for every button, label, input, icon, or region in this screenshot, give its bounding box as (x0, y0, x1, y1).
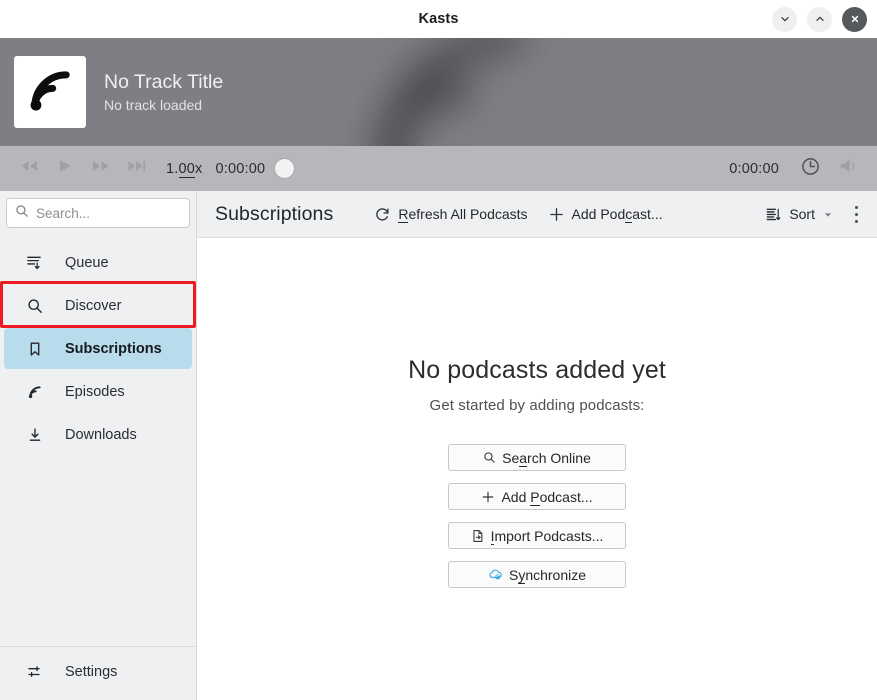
blurred-cover-art-backdrop (330, 38, 570, 146)
download-icon (26, 426, 43, 443)
import-podcasts-button[interactable]: Import Podcasts... (448, 522, 626, 549)
playback-speed-button[interactable]: 1.00x (166, 161, 202, 177)
player-header: No Track Title No track loaded (0, 38, 877, 146)
sidebar-item-discover[interactable]: Discover (4, 285, 192, 326)
sidebar-item-label: Queue (65, 255, 109, 271)
search-placeholder: Search... (36, 206, 90, 221)
main-content: Subscriptions Refresh All Podcasts (197, 191, 877, 700)
plus-icon (481, 490, 495, 504)
refresh-icon (374, 206, 391, 223)
import-podcasts-label: Import Podcasts... (491, 528, 604, 544)
rss-podcast-icon (23, 63, 77, 122)
skip-forward-button[interactable] (84, 152, 118, 186)
sidebar-item-queue[interactable]: Queue (4, 242, 192, 283)
import-file-icon (471, 529, 485, 543)
play-icon (56, 158, 74, 179)
search-online-label: Search Online (502, 450, 591, 466)
close-icon (849, 13, 861, 25)
synchronize-label: Synchronize (509, 567, 586, 583)
volume-button[interactable] (831, 152, 865, 186)
track-subtitle: No track loaded (104, 96, 223, 114)
sidebar: Search... Queue (0, 191, 197, 700)
skip-backward-icon (19, 158, 39, 179)
chevron-down-icon (779, 13, 791, 25)
kasts-window: Kasts (0, 0, 877, 700)
sidebar-nav: Queue Discover Subscriptions (0, 236, 196, 457)
search-input[interactable]: Search... (6, 198, 190, 228)
synchronize-button[interactable]: Synchronize (448, 561, 626, 588)
clock-icon (800, 156, 821, 182)
sidebar-search-row: Search... (0, 191, 196, 236)
toolbar-actions: Refresh All Podcasts Add Podcast... (365, 199, 869, 229)
sidebar-item-label: Settings (65, 664, 117, 680)
sidebar-item-label: Episodes (65, 384, 125, 400)
add-podcast-toolbar-label: Add Podcast... (572, 206, 663, 222)
minimize-button[interactable] (772, 7, 797, 32)
add-podcast-toolbar-button[interactable]: Add Podcast... (539, 201, 672, 228)
caret-down-icon (824, 205, 832, 221)
speed-mnemonic: 00 (179, 161, 196, 178)
search-icon (26, 297, 43, 314)
bookmark-icon (26, 340, 43, 357)
refresh-label-rest: efresh All Podcasts (408, 206, 527, 222)
empty-state-subtitle: Get started by adding podcasts: (430, 397, 645, 414)
sort-icon (765, 206, 782, 223)
volume-icon (838, 157, 859, 180)
sidebar-spacer (0, 457, 196, 646)
plus-icon (548, 206, 565, 223)
cover-art (14, 56, 86, 128)
search-icon (15, 204, 29, 223)
maximize-button[interactable] (807, 7, 832, 32)
sidebar-item-episodes[interactable]: Episodes (4, 371, 192, 412)
empty-state: No podcasts added yet Get started by add… (197, 238, 877, 700)
chevron-up-icon (814, 13, 826, 25)
sort-label: Sort (789, 206, 815, 222)
search-online-button[interactable]: Search Online (448, 444, 626, 471)
seek-slider-handle[interactable] (275, 159, 294, 178)
sidebar-footer: Settings (0, 646, 196, 700)
overflow-menu-button[interactable] (843, 199, 869, 229)
refresh-all-podcasts-label: Refresh All Podcasts (398, 206, 527, 222)
player-right-controls: 0:00:00 (729, 152, 865, 186)
add-podcast-label: Add Podcast... (501, 489, 592, 505)
main-body: Search... Queue (0, 191, 877, 700)
seek-slider[interactable] (275, 146, 723, 191)
transport-controls (12, 152, 154, 186)
next-track-icon (127, 158, 147, 179)
sidebar-item-subscriptions[interactable]: Subscriptions (4, 328, 192, 369)
add-podcast-button[interactable]: Add Podcast... (448, 483, 626, 510)
empty-state-title: No podcasts added yet (408, 356, 666, 385)
window-title: Kasts (419, 11, 459, 27)
queue-icon (26, 254, 43, 271)
empty-state-actions: Search Online Add Podcast... (448, 444, 626, 588)
kebab-menu-icon (855, 204, 858, 225)
sidebar-item-settings[interactable]: Settings (4, 651, 192, 692)
title-bar: Kasts (0, 0, 877, 38)
sidebar-item-downloads[interactable]: Downloads (4, 414, 192, 455)
now-playing-info: No Track Title No track loaded (0, 56, 223, 128)
close-button[interactable] (842, 7, 867, 32)
sidebar-item-label: Discover (65, 298, 121, 314)
sleep-timer-button[interactable] (793, 152, 827, 186)
skip-backward-button[interactable] (12, 152, 46, 186)
player-controls-bar: 1.00x 0:00:00 0:00:00 (0, 146, 877, 191)
main-toolbar: Subscriptions Refresh All Podcasts (197, 191, 877, 238)
track-text: No Track Title No track loaded (104, 70, 223, 114)
play-button[interactable] (48, 152, 82, 186)
track-title: No Track Title (104, 70, 223, 95)
sliders-icon (26, 663, 43, 680)
window-controls (772, 0, 867, 38)
sidebar-item-label: Subscriptions (65, 341, 162, 357)
total-time: 0:00:00 (729, 161, 779, 177)
sidebar-item-label: Downloads (65, 427, 137, 443)
search-icon (483, 451, 496, 464)
elapsed-time: 0:00:00 (215, 161, 265, 177)
skip-forward-icon (91, 158, 111, 179)
refresh-all-podcasts-button[interactable]: Refresh All Podcasts (365, 201, 536, 228)
next-track-button[interactable] (120, 152, 154, 186)
sort-button[interactable]: Sort (756, 200, 841, 228)
rss-icon (26, 383, 43, 400)
page-title: Subscriptions (215, 203, 333, 226)
cloud-sync-icon (488, 567, 503, 582)
